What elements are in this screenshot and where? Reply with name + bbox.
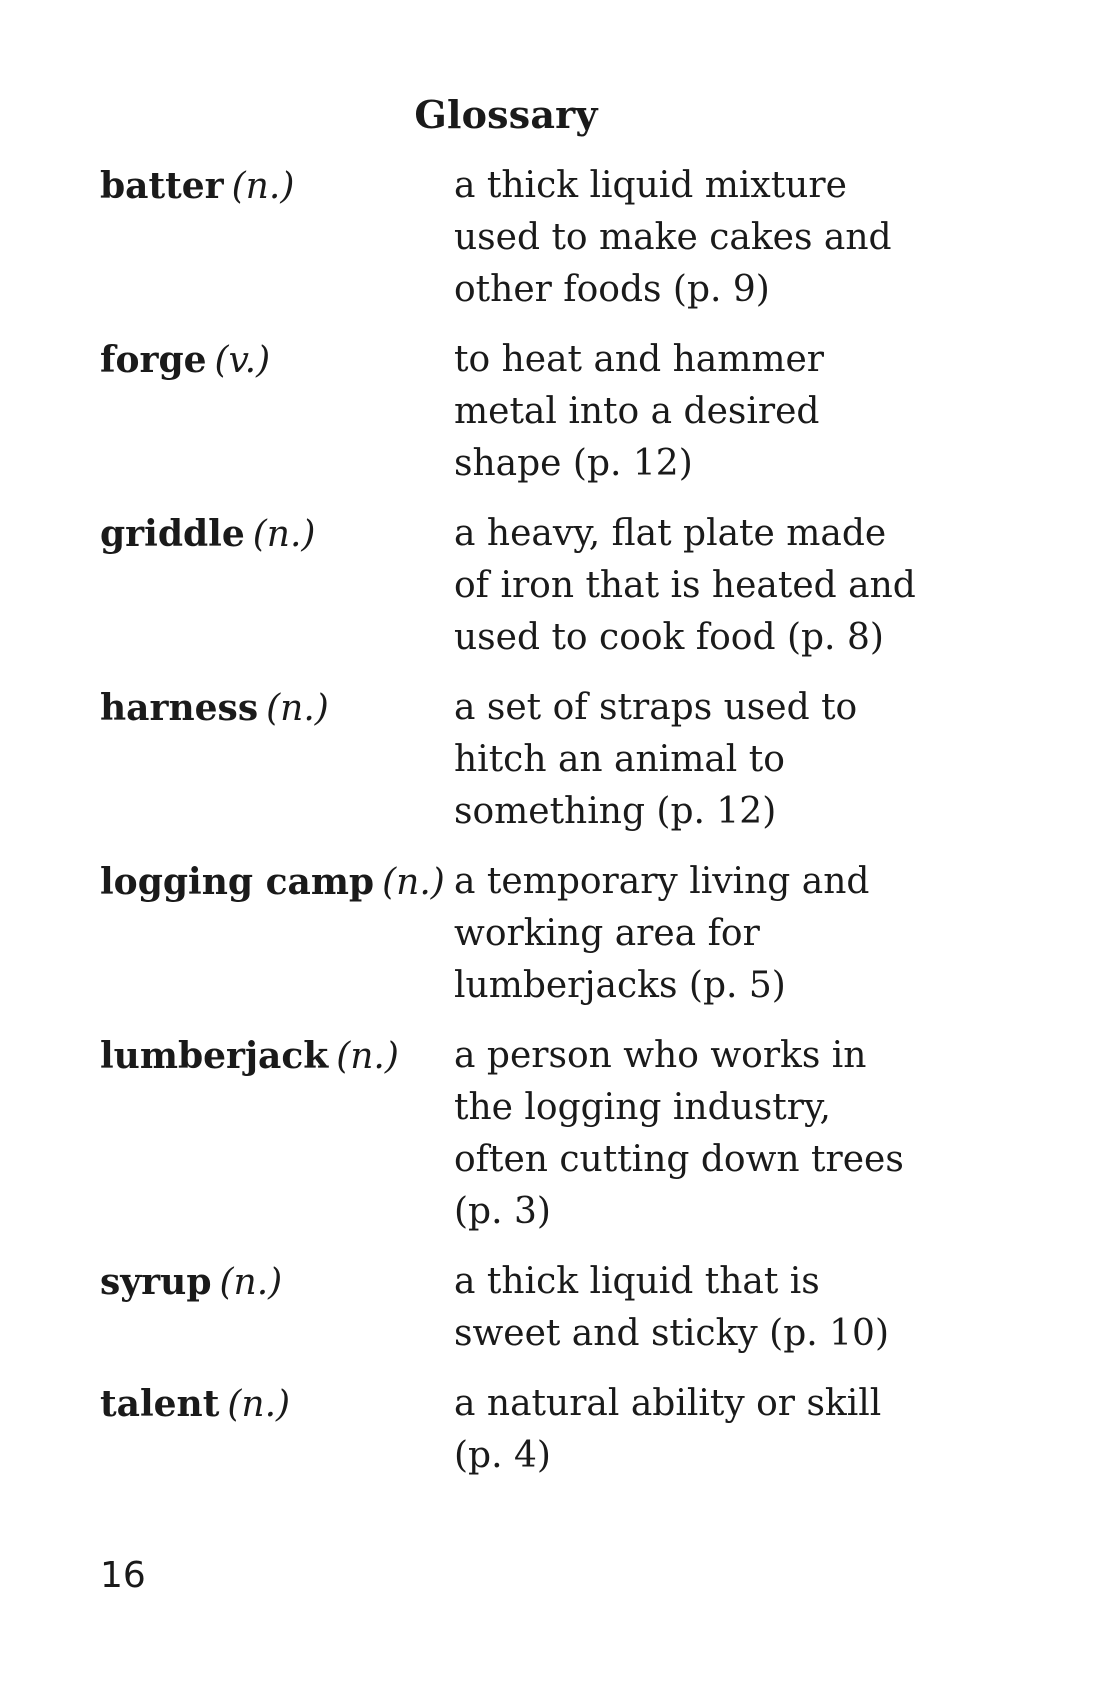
term: harness (n.) (100, 682, 454, 735)
definition-line: working area for (454, 913, 760, 954)
definition-line: (p. 4) (454, 1435, 551, 1476)
term-word: harness (100, 687, 259, 729)
definition: to heat and hammer metal into a desired … (454, 334, 934, 490)
glossary-entry-syrup: syrup (n.) a thick liquid that is sweet a… (100, 1256, 960, 1360)
glossary-entry-griddle: griddle (n.) a heavy, flat plate made of … (100, 508, 960, 664)
definition-line: of iron that is heated and (454, 565, 916, 606)
part-of-speech: (n.) (227, 1384, 291, 1425)
definition-line: lumberjacks (p. 5) (454, 965, 786, 1006)
definition-line: hitch an animal to (454, 739, 785, 780)
part-of-speech: (n.) (382, 862, 445, 903)
glossary-entry-forge: forge (v.) to heat and hammer metal into … (100, 334, 960, 490)
term-word: lumberjack (100, 1035, 329, 1077)
definition-line: the logging industry, (454, 1087, 831, 1128)
part-of-speech: (n.) (252, 514, 316, 555)
definition-line: a set of straps used to (454, 687, 858, 728)
definition-line: other foods (p. 9) (454, 269, 770, 310)
definition-line: often cutting down trees (454, 1139, 904, 1180)
definition: a heavy, flat plate made of iron that is… (454, 508, 934, 664)
definition-line: a heavy, flat plate made (454, 513, 887, 554)
definition-line: used to cook food (p. 8) (454, 617, 884, 658)
term-word: logging camp (100, 861, 375, 903)
definition-line: something (p. 12) (454, 791, 777, 832)
term: logging camp (n.) (100, 856, 454, 909)
term-word: forge (100, 339, 207, 381)
term: forge (v.) (100, 334, 454, 387)
part-of-speech: (n.) (336, 1036, 399, 1077)
definition-line: (p. 3) (454, 1191, 551, 1232)
definition-line: metal into a desired (454, 391, 820, 432)
definition: a thick liquid mixture used to make cake… (454, 160, 934, 316)
definition: a person who works in the logging indust… (454, 1030, 934, 1238)
definition-line: a natural ability or skill (454, 1383, 882, 1424)
term-word: griddle (100, 513, 245, 555)
term: batter (n.) (100, 160, 454, 213)
definition: a temporary living and working area for … (454, 856, 934, 1012)
term-word: batter (100, 165, 224, 207)
glossary-list: batter (n.) a thick liquid mixture used t… (100, 160, 960, 1500)
part-of-speech: (v.) (214, 340, 271, 381)
definition-line: a temporary living and (454, 861, 870, 902)
definition: a thick liquid that is sweet and sticky … (454, 1256, 934, 1360)
part-of-speech: (n.) (219, 1262, 283, 1303)
definition-line: shape (p. 12) (454, 443, 693, 484)
glossary-entry-harness: harness (n.) a set of straps used to hitc… (100, 682, 960, 838)
term: syrup (n.) (100, 1256, 454, 1309)
definition-line: a thick liquid mixture (454, 165, 847, 206)
definition-line: a person who works in (454, 1035, 867, 1076)
glossary-entry-talent: talent (n.) a natural ability or skill (p… (100, 1378, 960, 1482)
glossary-entry-batter: batter (n.) a thick liquid mixture used t… (100, 160, 960, 316)
definition: a set of straps used to hitch an animal … (454, 682, 934, 838)
glossary-entry-logging-camp: logging camp (n.) a temporary living and … (100, 856, 960, 1012)
definition-line: used to make cakes and (454, 217, 892, 258)
part-of-speech: (n.) (266, 688, 329, 729)
term-word: talent (100, 1383, 220, 1425)
glossary-entry-lumberjack: lumberjack (n.) a person who works in the… (100, 1030, 960, 1238)
part-of-speech: (n.) (231, 166, 295, 207)
page-number: 16 (100, 1555, 146, 1596)
definition-line: a thick liquid that is (454, 1261, 820, 1302)
definition-line: sweet and sticky (p. 10) (454, 1313, 889, 1354)
term: lumberjack (n.) (100, 1030, 454, 1083)
page-title: Glossary (414, 92, 598, 137)
term: talent (n.) (100, 1378, 454, 1431)
definition: a natural ability or skill (p. 4) (454, 1378, 934, 1482)
term: griddle (n.) (100, 508, 454, 561)
term-word: syrup (100, 1261, 212, 1303)
definition-line: to heat and hammer (454, 339, 825, 380)
